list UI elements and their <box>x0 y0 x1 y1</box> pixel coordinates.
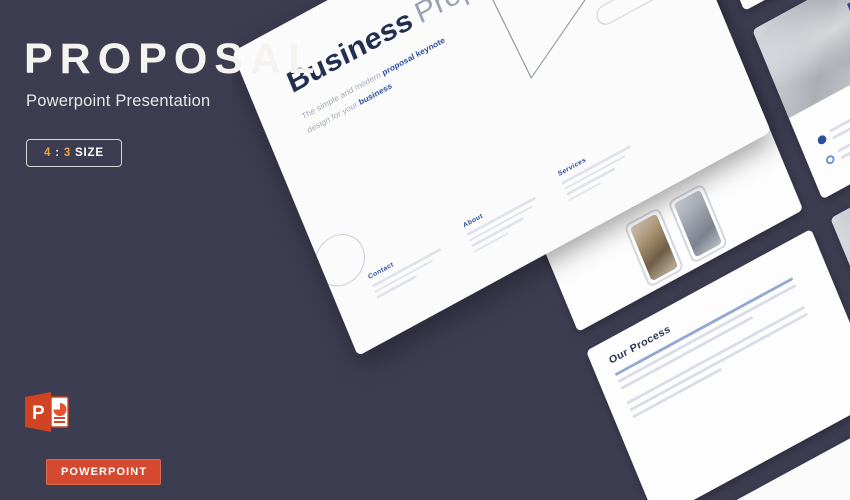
page-subtitle: Powerpoint Presentation <box>26 92 211 110</box>
size-badge: 4 : 3 SIZE <box>26 139 122 167</box>
size-badge-suffix: SIZE <box>71 147 104 159</box>
size-badge-second-number: 3 <box>63 147 72 159</box>
screenshot-root: Our Vision <box>0 0 850 500</box>
size-badge-separator: : <box>51 147 64 159</box>
hero-footer-column: Services <box>557 135 639 205</box>
hero-footer-column: About <box>462 186 544 256</box>
left-info-panel: PROPOSAL Powerpoint Presentation 4 : 3 S… <box>24 0 324 500</box>
powerpoint-icon: P <box>24 390 70 434</box>
slide-photo <box>752 0 850 119</box>
page-title: PROPOSAL <box>24 35 322 83</box>
hero-footer-column: Contact <box>367 238 449 308</box>
hero-pill-button[interactable] <box>593 0 668 29</box>
svg-text:P: P <box>32 403 45 424</box>
powerpoint-button[interactable]: POWERPOINT <box>46 459 162 485</box>
